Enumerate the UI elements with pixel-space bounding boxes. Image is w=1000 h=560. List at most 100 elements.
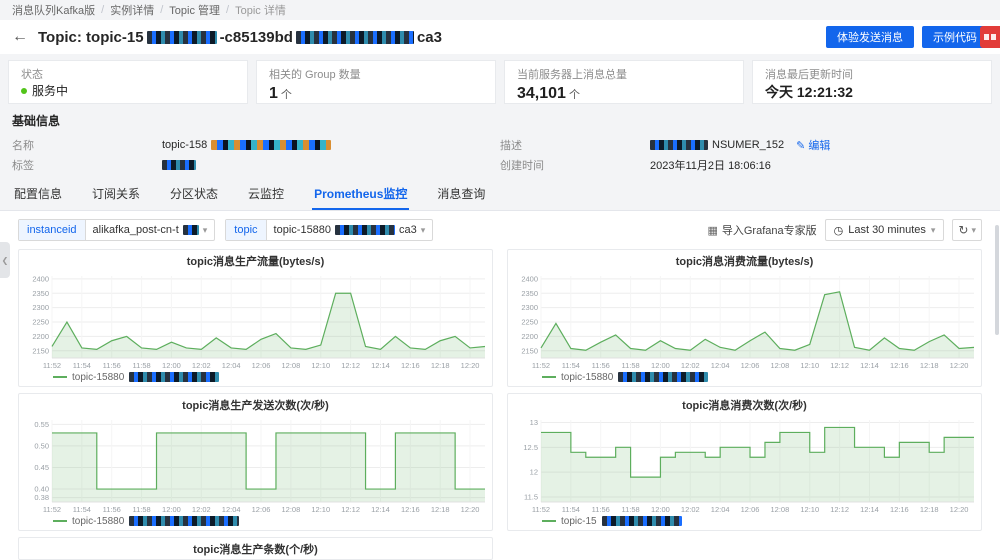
redacted-block: [601, 516, 682, 526]
svg-text:12:02: 12:02: [192, 505, 211, 514]
topic-select-value: topic-15880 ca3 ▾: [273, 224, 426, 236]
tab-subscriptions[interactable]: 订阅关系: [90, 180, 142, 210]
redacted-block: [335, 225, 396, 235]
legend-item[interactable]: topic-15880: [508, 371, 981, 386]
sidebar-collapse-handle[interactable]: ❮: [0, 242, 10, 278]
feedback-button-cut[interactable]: [980, 26, 1000, 48]
redacted-block: [146, 30, 217, 44]
chart-panel-consumption-count: topic消息消费次数(次/秒) 11.5 12 12.5 13 11:52 11:54 1…: [507, 393, 982, 531]
legend-label: topic-15: [561, 515, 597, 527]
clock-icon: ◷: [833, 224, 844, 237]
stat-value: 1个: [269, 84, 483, 103]
svg-text:2300: 2300: [521, 303, 538, 312]
header-actions: 体验发送消息 示例代码: [826, 26, 988, 48]
svg-text:2200: 2200: [32, 332, 49, 341]
legend-marker: [542, 520, 556, 522]
legend-item[interactable]: topic-15880: [19, 515, 492, 530]
stat-card-groups: 相关的 Group 数量 1个: [256, 60, 496, 104]
info-value: [162, 160, 196, 170]
time-range-select[interactable]: ◷ Last 30 minutes ▾: [824, 219, 945, 241]
consumption-traffic-chart: 2150 2200 2250 2300 2350 2400 11:52 11:54 11:56 1…: [521, 274, 975, 370]
info-row-tags: 标签: [12, 155, 500, 175]
status-text: 服务中: [32, 84, 69, 98]
svg-text:12:16: 12:16: [401, 361, 420, 370]
svg-text:12:08: 12:08: [771, 361, 790, 370]
breadcrumb-item[interactable]: 实例详情: [110, 2, 154, 18]
instance-select[interactable]: instanceid alikafka_post-cn-t ▾: [18, 219, 216, 241]
svg-text:11:56: 11:56: [103, 361, 121, 370]
svg-text:0.45: 0.45: [34, 463, 49, 472]
title-suffix: ca3: [416, 28, 442, 46]
svg-text:12:12: 12:12: [341, 361, 360, 370]
tab-config[interactable]: 配置信息: [12, 180, 64, 210]
import-icon: ▦: [707, 224, 718, 237]
svg-text:0.40: 0.40: [34, 485, 49, 494]
info-label: 名称: [12, 140, 34, 152]
refresh-button[interactable]: ↻ ▾: [952, 219, 982, 241]
svg-text:12:10: 12:10: [800, 505, 819, 514]
svg-text:2350: 2350: [521, 289, 538, 298]
stat-card-updated: 消息最后更新时间 今天 12:21:32: [752, 60, 992, 104]
message-count: 34,101: [517, 85, 566, 102]
svg-text:12:04: 12:04: [711, 361, 730, 370]
svg-text:12:00: 12:00: [162, 505, 181, 514]
legend-item[interactable]: topic-15880: [19, 371, 492, 386]
back-icon[interactable]: ←: [12, 29, 28, 45]
topic-name: topic-158: [162, 139, 208, 151]
stat-value: 34,101 个: [517, 84, 731, 103]
sample-code-button[interactable]: 示例代码: [922, 26, 988, 48]
info-label: 描述: [500, 140, 522, 152]
chart-title: topic消息生产发送次数(次/秒): [182, 400, 329, 412]
svg-text:0.50: 0.50: [34, 441, 49, 450]
tab-partition-status[interactable]: 分区状态: [168, 180, 220, 210]
svg-text:12:04: 12:04: [222, 361, 241, 370]
svg-text:11:58: 11:58: [621, 361, 639, 370]
send-test-message-button[interactable]: 体验发送消息: [826, 26, 914, 48]
chart-panel-production-messages: topic消息生产条数(个/秒): [18, 537, 493, 560]
info-row-name: 名称 topic-158: [12, 135, 500, 155]
svg-text:11.5: 11.5: [524, 493, 538, 502]
breadcrumb-separator: /: [160, 4, 164, 16]
svg-text:11:58: 11:58: [132, 361, 150, 370]
chevron-down-icon: ▾: [202, 224, 208, 235]
info-row-created: 创建时间 2023年11月2日 18:06:16: [500, 155, 988, 175]
svg-text:2150: 2150: [521, 346, 538, 355]
vertical-scrollbar[interactable]: [995, 225, 999, 335]
tab-cloud-monitor[interactable]: 云监控: [246, 180, 286, 210]
edit-description-link[interactable]: ✎ 编辑: [796, 137, 830, 153]
legend-item[interactable]: topic-15: [508, 515, 981, 530]
page-title: Topic: topic-15 -c85139bd ca3: [38, 29, 442, 46]
svg-text:11:58: 11:58: [621, 505, 639, 514]
tab-message-query[interactable]: 消息查询: [435, 180, 487, 210]
svg-text:12:02: 12:02: [681, 505, 700, 514]
svg-text:12:18: 12:18: [920, 505, 939, 514]
stat-label: 相关的 Group 数量: [269, 69, 361, 81]
chart-panel-consumption-traffic: topic消息消费流量(bytes/s) 2150 2200 2250 2300 235…: [507, 249, 982, 387]
tab-prometheus-monitor[interactable]: Prometheus监控: [312, 180, 410, 210]
breadcrumb-item[interactable]: Topic 管理: [169, 2, 220, 18]
stat-label: 消息最后更新时间: [765, 69, 853, 81]
svg-text:11:54: 11:54: [73, 361, 91, 370]
status-dot-icon: [21, 88, 27, 95]
svg-text:12:04: 12:04: [222, 505, 241, 514]
chevron-down-icon: ▾: [420, 224, 426, 235]
group-count: 1: [269, 85, 278, 102]
stat-label: 状态: [21, 69, 43, 81]
legend-label: topic-15880: [72, 371, 125, 383]
svg-text:12:06: 12:06: [741, 505, 760, 514]
stat-card-status: 状态 服务中: [8, 60, 248, 104]
svg-text:11:54: 11:54: [562, 361, 580, 370]
topic-select[interactable]: topic topic-15880 ca3 ▾: [225, 219, 434, 241]
breadcrumb-item[interactable]: 消息队列Kafka版: [12, 2, 95, 18]
svg-text:12:14: 12:14: [371, 361, 390, 370]
svg-text:12:16: 12:16: [890, 505, 909, 514]
svg-text:11:56: 11:56: [592, 505, 610, 514]
svg-text:12:14: 12:14: [371, 505, 390, 514]
topic-select-label: topic: [226, 220, 267, 240]
import-grafana-button[interactable]: ▦ 导入Grafana专家版: [707, 222, 816, 238]
svg-text:11:52: 11:52: [532, 361, 550, 370]
stat-value: 服务中: [21, 84, 235, 98]
svg-text:12:10: 12:10: [311, 361, 330, 370]
chevron-down-icon: ▾: [930, 224, 936, 235]
time-range-label: Last 30 minutes: [848, 224, 926, 236]
